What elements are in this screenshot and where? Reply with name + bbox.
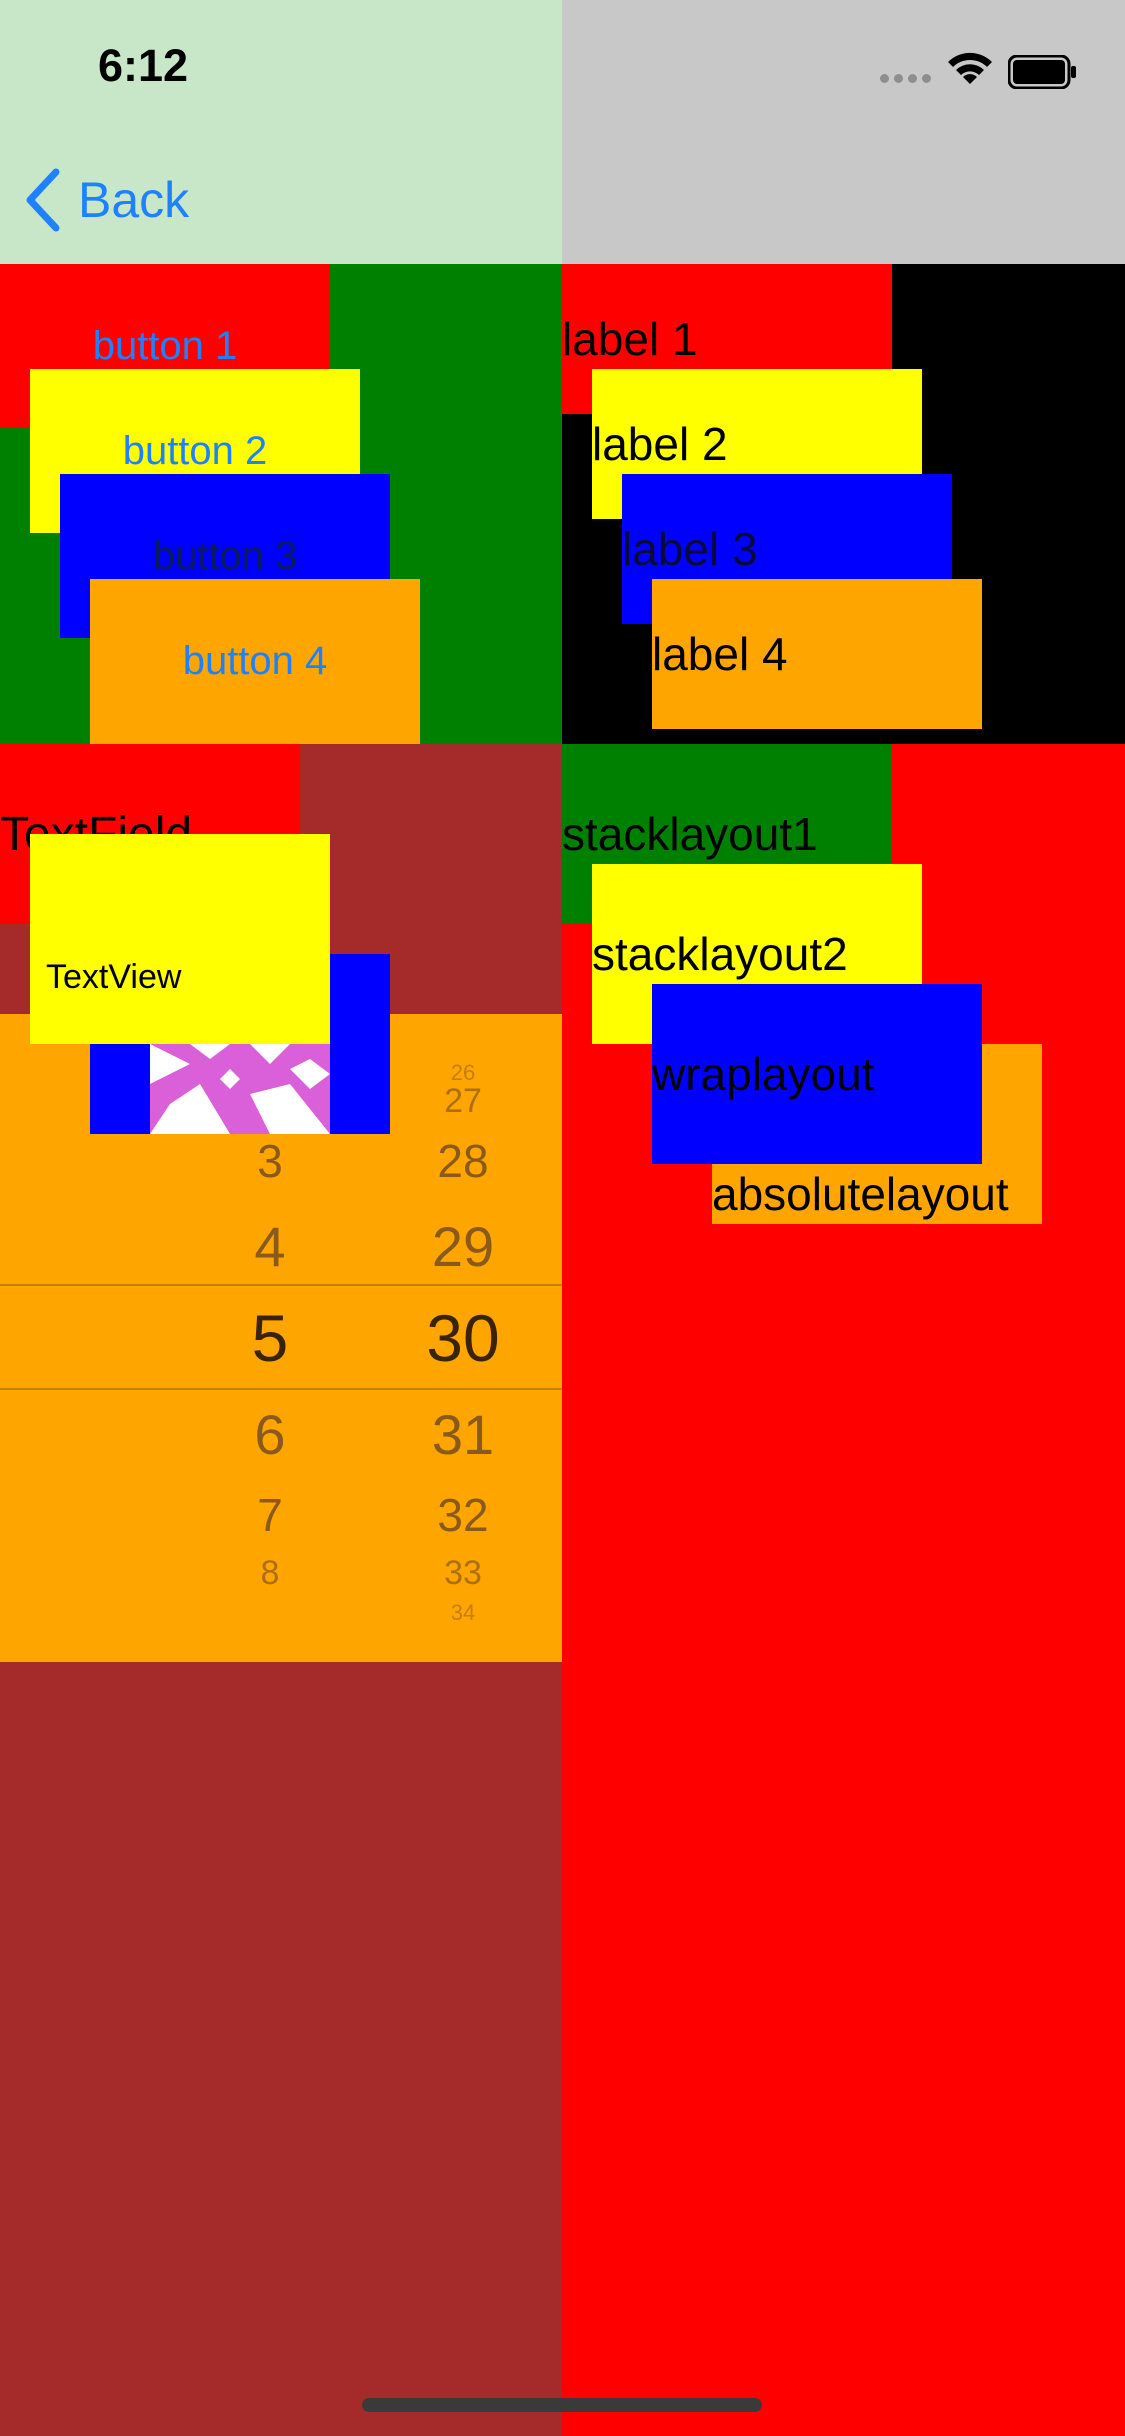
wraplayout-label: wraplayout (652, 1048, 875, 1100)
picker-item[interactable]: 31 (363, 1402, 562, 1467)
picker-item[interactable]: 4 (170, 1214, 370, 1279)
picker-item[interactable]: 8 (170, 1554, 370, 1593)
back-label: Back (78, 172, 190, 228)
status-time: 6:12 (98, 40, 189, 91)
cellular-signal-icon (880, 70, 936, 88)
picker-item[interactable]: 6 (170, 1402, 370, 1467)
picker-item[interactable]: 27 (363, 1082, 562, 1121)
pattern-image (150, 1044, 330, 1134)
picker-item[interactable]: 34 (363, 1600, 562, 1626)
wifi-icon (948, 52, 992, 84)
absolutelayout-label: absolutelayout (712, 1168, 1009, 1220)
picker-item[interactable]: 28 (363, 1134, 562, 1188)
picker-item[interactable]: 29 (363, 1214, 562, 1279)
picker-item[interactable]: 3 (170, 1134, 370, 1188)
home-indicator[interactable] (362, 2398, 762, 2412)
text-view[interactable]: TextView (30, 834, 330, 1044)
picker-selection-line-bottom (0, 1388, 562, 1390)
picker-item[interactable]: 7 (170, 1488, 370, 1542)
picker-item[interactable]: 33 (363, 1554, 562, 1593)
chevron-left-icon (26, 168, 60, 232)
button-4[interactable]: button 4 (90, 579, 420, 744)
battery-icon (1008, 55, 1076, 89)
picker-selection-line-top (0, 1284, 562, 1286)
picker-selected-item[interactable]: 5 (170, 1300, 370, 1376)
picker-item[interactable]: 32 (363, 1488, 562, 1542)
back-button[interactable]: Back (24, 165, 189, 235)
status-nav-right-bg (562, 0, 1125, 264)
picker-selected-item[interactable]: 30 (363, 1300, 562, 1376)
label-4: label 4 (652, 579, 982, 729)
